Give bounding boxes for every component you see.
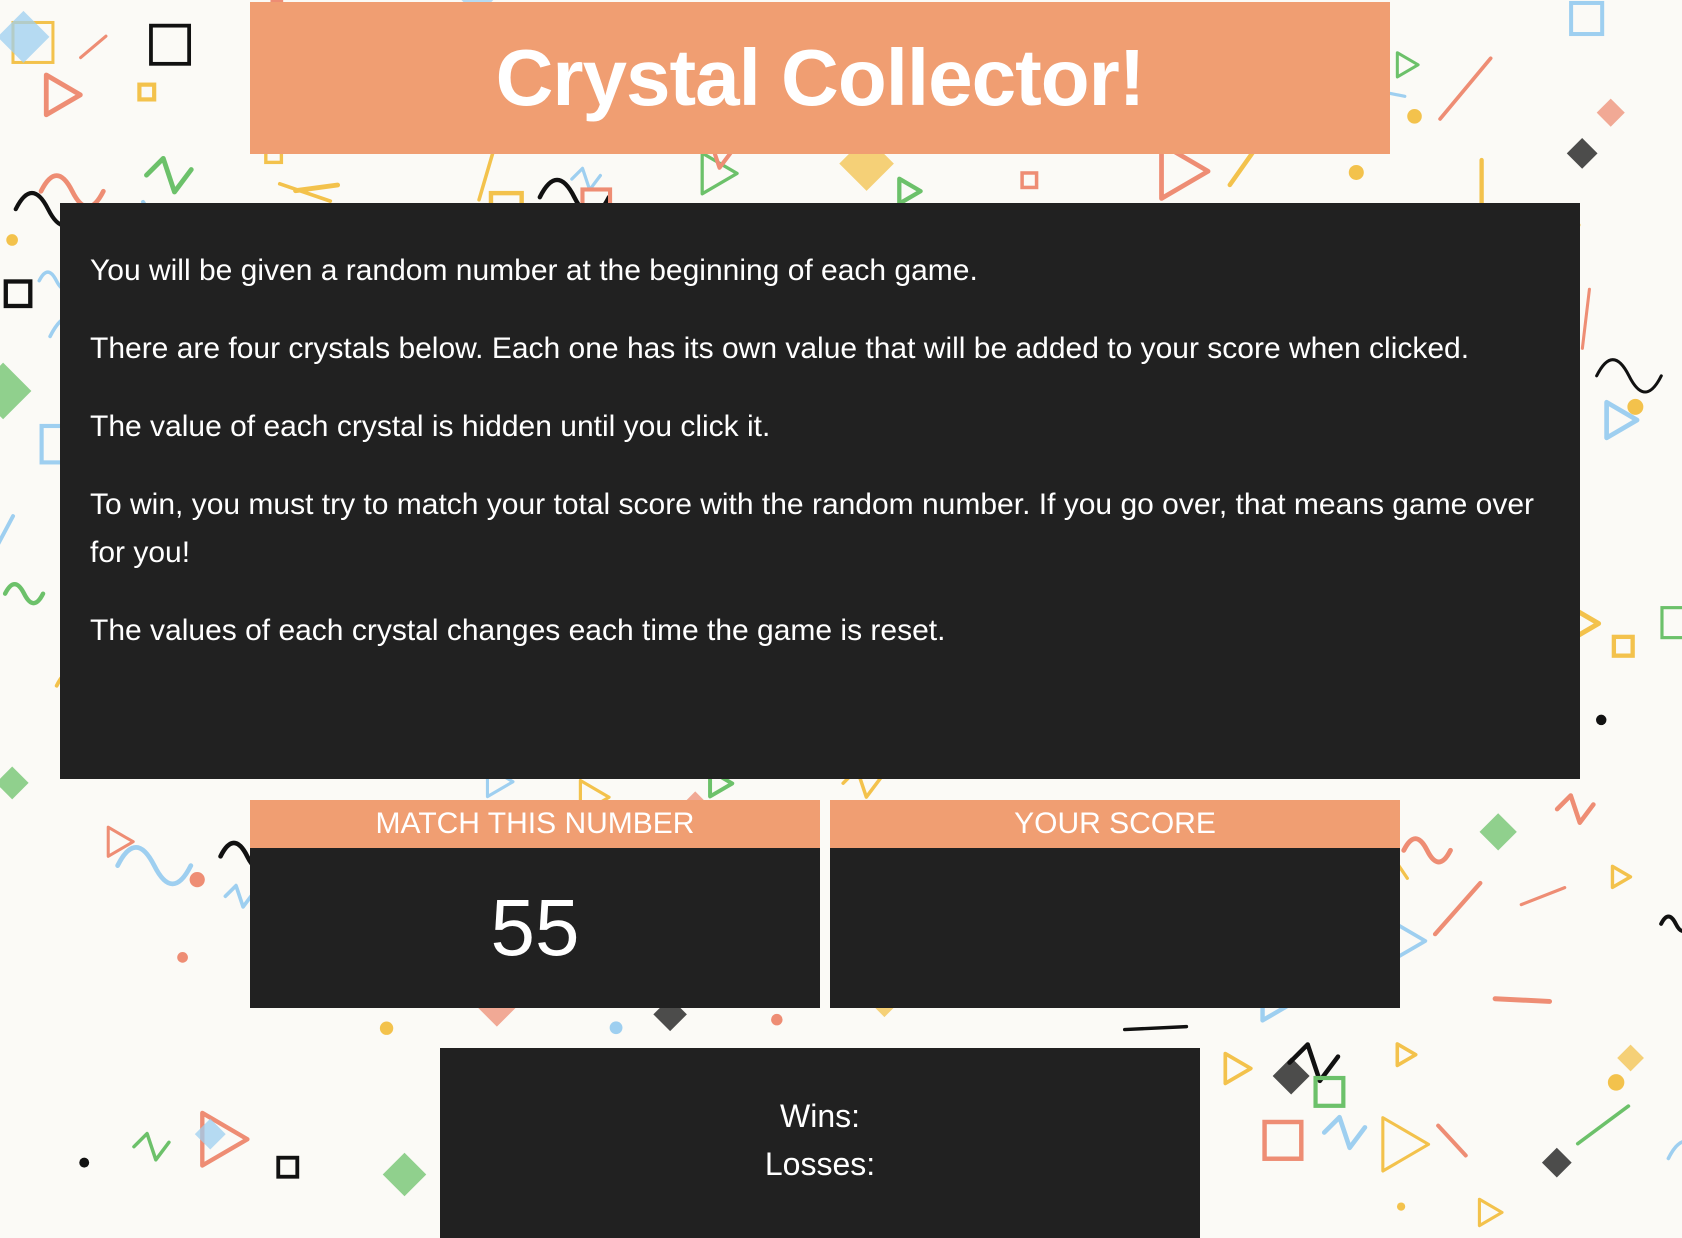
doodle-shape [293,182,341,194]
losses-row: Losses: [440,1140,1200,1188]
your-score-box: YOUR SCORE [830,800,1400,1008]
doodle-shape [177,951,188,963]
doodle-shape [1395,1042,1418,1068]
wins-row: Wins: [440,1092,1200,1140]
doodle-shape [1479,813,1517,851]
doodle-shape [1272,1057,1310,1095]
doodle-shape [1436,1123,1468,1158]
instruction-paragraph: To win, you must try to match your total… [90,488,1535,569]
title-banner: Crystal Collector! [250,2,1390,154]
doodle-shape [1607,1074,1625,1091]
target-number-label: MATCH THIS NUMBER [250,800,820,848]
doodle-shape [1396,1202,1406,1211]
doodle-shape [0,10,50,63]
wins-label: Wins: [780,1098,860,1134]
doodle-shape [897,176,923,206]
doodle-shape [1566,138,1598,169]
instruction-paragraph: There are four crystals below. Each one … [90,332,1470,365]
doodle-shape [1321,1114,1368,1151]
doodle-shape [1519,886,1567,907]
doodle-shape [6,234,18,246]
doodle-shape [1407,109,1422,124]
doodle-shape [609,1021,623,1035]
doodle-shape [1627,398,1644,415]
doodle-shape [1595,714,1607,726]
doodle-shape [1660,606,1682,640]
instructions-panel: You will be given a random number at the… [60,203,1580,779]
doodle-shape [115,845,194,887]
doodle-shape [0,766,29,800]
doodle-shape [1569,0,1605,37]
doodle-shape [1541,1147,1572,1178]
doodle-shape [144,155,194,195]
doodle-shape [1348,164,1364,181]
doodle-shape [137,82,157,102]
doodle-shape [1432,880,1483,937]
doodle-shape [1610,864,1633,890]
doodle-shape [2,582,46,606]
doodle-shape [1580,287,1591,350]
doodle-shape [1381,1116,1431,1173]
doodle-shape [1020,171,1039,190]
doodle-shape [1122,1024,1189,1032]
doodle-shape [189,872,205,888]
doodle-shape [1262,1119,1304,1161]
doodle-shape [1554,793,1596,825]
doodle-shape [79,1157,90,1168]
instruction-paragraph: The values of each crystal changes each … [90,614,946,647]
doodle-shape [1611,634,1635,658]
doodle-shape [132,1131,171,1162]
doodle-shape [1596,98,1625,127]
page-title: Crystal Collector! [495,33,1146,122]
doodle-shape [1395,51,1420,79]
doodle-shape [570,166,602,192]
doodle-shape [149,23,192,66]
instruction-paragraph: The value of each crystal is hidden unti… [90,410,771,443]
doodle-shape [771,1013,783,1026]
doodle-shape [1659,914,1682,933]
doodle-shape [1666,1140,1682,1161]
doodle-shape [276,1155,300,1179]
doodle-shape [1617,1044,1644,1072]
doodle-shape [43,72,83,118]
doodle-shape [382,1152,427,1197]
losses-label: Losses: [764,1146,876,1182]
doodle-shape [379,1021,394,1035]
doodle-shape [1477,1197,1504,1228]
stats-panel: Wins: Losses: [440,1048,1200,1238]
your-score-value [830,848,1400,1008]
doodle-shape [1492,996,1553,1004]
doodle-shape [700,151,739,196]
target-number-box: MATCH THIS NUMBER 55 [250,800,820,1008]
doodle-shape [0,362,32,420]
doodle-shape [1401,836,1453,865]
target-number-value: 55 [490,883,580,972]
doodle-shape [1438,56,1493,121]
doodle-shape [1595,358,1663,394]
doodle-shape [0,514,16,545]
doodle-shape [3,279,33,309]
doodle-shape [1575,1104,1631,1146]
doodle-shape [79,34,108,60]
doodle-shape [1223,1051,1253,1086]
instruction-paragraph: You will be given a random number at the… [90,254,978,287]
your-score-label: YOUR SCORE [830,800,1400,848]
